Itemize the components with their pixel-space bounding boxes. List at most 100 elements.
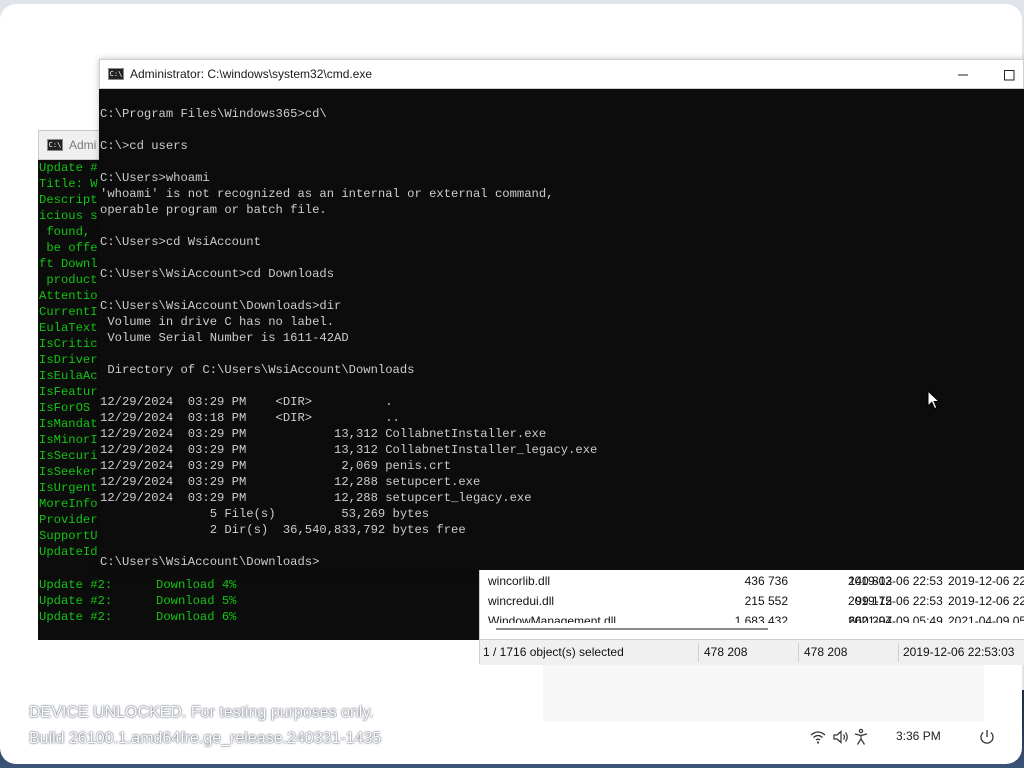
background-console-line: be offe	[39, 241, 98, 255]
background-console-line: product	[39, 273, 98, 287]
file-row[interactable]: wincredui.dll 215 552 99 175 2019-12-06 22:…	[480, 594, 1024, 610]
progress-line: Update #2: Download 4%	[39, 578, 237, 592]
minimize-button[interactable]	[940, 60, 986, 90]
horizontal-scrollbar[interactable]	[488, 624, 1008, 634]
background-console-line: CurrentI	[39, 305, 98, 319]
status-modified: 2019-12-06 22:53:03	[903, 645, 1015, 659]
background-console-line: IsEulaAc	[39, 369, 98, 383]
test-mode-watermark: DEVICE UNLOCKED. For testing purposes on…	[29, 700, 381, 752]
file-created: 2021-04-09 05:	[948, 614, 1024, 623]
download-progress-text: Update #2: Download 4% Update #2: Downloa…	[39, 577, 236, 625]
file-modified: 2019-12-06 22:53	[848, 574, 943, 588]
background-console-line: UpdateId	[39, 545, 98, 559]
progress-line: Update #2: Download 5%	[39, 594, 237, 608]
background-console-line: Attentio	[39, 289, 98, 303]
background-console-line: Descript	[39, 193, 98, 207]
background-cmd-titlebar[interactable]: C:\ Admi	[38, 130, 100, 160]
console-output[interactable]: C:\Program Files\Windows365>cd\ C:\>cd u…	[100, 106, 1020, 570]
background-console-line: IsCritic	[39, 337, 98, 351]
background-console-line: IsSeeker	[39, 465, 98, 479]
background-console-line: Provider	[39, 513, 98, 527]
background-console-line: IsMandat	[39, 417, 98, 431]
console-line: C:\>cd users	[100, 139, 188, 153]
background-console-line: IsSecuri	[39, 449, 98, 463]
file-row[interactable]: WindowManagement.dll 1 683 432 660 297 2021…	[480, 614, 1024, 623]
console-line: 12/29/2024 03:29 PM 2,069 penis.crt	[100, 459, 452, 473]
file-manager-window[interactable]: wincorlib.dll 436 736 140 803 2019-12-06 22…	[479, 570, 1024, 665]
cmd-icon: C:\	[47, 139, 63, 151]
background-console-line: EulaText	[39, 321, 98, 335]
console-line: C:\Users>cd WsiAccount	[100, 235, 261, 249]
console-line: Volume Serial Number is 1611-42AD	[100, 331, 349, 345]
background-cmd-title: Admi	[69, 138, 97, 152]
console-line: operable program or batch file.	[100, 203, 327, 217]
background-console-line: IsFeatur	[39, 385, 98, 399]
console-line: Directory of C:\Users\WsiAccount\Downloa…	[100, 363, 415, 377]
background-console-line: found,	[39, 225, 98, 239]
background-console-line: ft Downl	[39, 257, 98, 271]
background-console-line: Update #	[39, 161, 98, 175]
mouse-cursor-icon	[927, 390, 941, 410]
console-line: Volume in drive C has no label.	[100, 315, 335, 329]
status-bar: 1 / 1716 object(s) selected 478 208 478 …	[480, 639, 1024, 665]
background-cmd-progress-area[interactable]: Update #2: Download 4% Update #2: Downloa…	[38, 570, 480, 640]
console-line: 'whoami' is not recognized as an interna…	[100, 187, 554, 201]
power-icon[interactable]	[978, 726, 996, 748]
console-line: 12/29/2024 03:29 PM 12,288 setupcert_leg…	[100, 491, 532, 505]
background-console-line: SupportU	[39, 529, 98, 543]
status-divider	[898, 643, 899, 662]
background-cmd-window[interactable]: C:\ Admi Update # Title: W Descript icious …	[38, 130, 100, 640]
accessibility-icon[interactable]	[853, 726, 869, 748]
file-modified: 2019-12-06 22:53	[848, 594, 943, 608]
maximize-icon	[1003, 69, 1014, 80]
cmd-titlebar[interactable]: C:\ Administrator: C:\windows\system32\c…	[99, 59, 1024, 89]
scrollbar-thumb[interactable]	[496, 628, 768, 630]
console-line: 12/29/2024 03:29 PM 12,288 setupcert.exe	[100, 475, 481, 489]
console-line: C:\Users>whoami	[100, 171, 210, 185]
watermark-line-2: Build 26100.1.amd64fre.ge_release.240331…	[29, 730, 382, 747]
status-size: 478 208	[704, 645, 748, 659]
file-size: 1 683 432	[734, 614, 788, 623]
wifi-icon[interactable]	[809, 726, 827, 748]
console-line: C:\Program Files\Windows365>cd\	[100, 107, 327, 121]
file-name: WindowManagement.dll	[488, 614, 617, 623]
background-console-line: MoreInfo	[39, 497, 98, 511]
background-console-line: Title: W	[39, 177, 98, 191]
background-console-line: IsUrgent	[39, 481, 98, 495]
watermark-line-1: DEVICE UNLOCKED. For testing purposes on…	[29, 704, 374, 721]
progress-line: Update #2: Download 6%	[39, 610, 237, 624]
window-title: Administrator: C:\windows\system32\cmd.e…	[130, 67, 373, 81]
background-console-line: IsForOS	[39, 401, 91, 415]
clock[interactable]: 3:36 PM	[896, 729, 941, 743]
volume-icon[interactable]	[832, 726, 850, 748]
minimize-icon	[958, 74, 968, 76]
file-name: wincorlib.dll	[488, 574, 551, 588]
background-console-line: IsMinorI	[39, 433, 98, 447]
file-name: wincredui.dll	[488, 594, 555, 608]
console-line: 2 Dir(s) 36,540,833,792 bytes free	[100, 523, 466, 537]
file-created: 2019-12-06 22:	[948, 594, 1024, 608]
background-console-text: Update # Title: W Descript icious s found, …	[39, 160, 100, 560]
status-packed: 478 208	[804, 645, 848, 659]
background-console-line: icious s	[39, 209, 98, 223]
selection-status: 1 / 1716 object(s) selected	[483, 645, 624, 659]
file-row[interactable]: wincorlib.dll 436 736 140 803 2019-12-06 22…	[480, 574, 1024, 590]
console-line: C:\Users\WsiAccount\Downloads>	[100, 555, 320, 569]
maximize-button[interactable]	[986, 60, 1024, 90]
file-created: 2019-12-06 22:	[948, 574, 1024, 588]
console-line: C:\Users\WsiAccount\Downloads>dir	[100, 299, 342, 313]
console-line: C:\Users\WsiAccount>cd Downloads	[100, 267, 335, 281]
cmd-icon: C:\	[108, 68, 124, 80]
console-line: 12/29/2024 03:29 PM 13,312 CollabnetInst…	[100, 443, 598, 457]
file-size: 215 552	[744, 594, 788, 608]
background-console-line: IsDriver	[39, 353, 98, 367]
status-divider	[798, 643, 799, 662]
cmd-window[interactable]: C:\ Administrator: C:\windows\system32\c…	[99, 59, 1024, 571]
